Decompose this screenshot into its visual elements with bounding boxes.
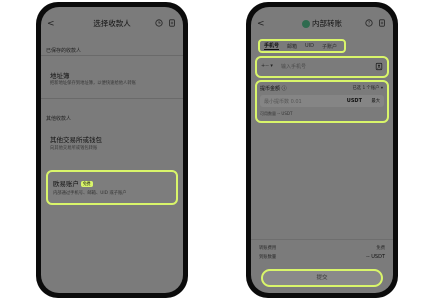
- okx-account-sub: 内部通过手机号、邮箱、UID 或子账户: [53, 191, 127, 196]
- country-code: +--: [261, 63, 269, 69]
- phone-input[interactable]: 输入手机号: [281, 63, 306, 70]
- currency-label: USDT: [346, 98, 362, 104]
- chevron-down-icon: ▾: [380, 86, 383, 91]
- amount-input[interactable]: 最小提币数 0.01: [264, 98, 302, 105]
- left-screen: < 选择收款人 已保存的收款人 地址簿 把新地址保存到地址簿，以便快速给他人转账…: [41, 7, 183, 293]
- tab-phone[interactable]: 手机号: [264, 42, 280, 50]
- history-icon[interactable]: [155, 19, 163, 27]
- help-icon[interactable]: ?: [365, 19, 373, 27]
- okx-account-title-row: 欧易账户 免费: [53, 178, 93, 188]
- account-select[interactable]: 已选 1 个账户 ▾: [353, 85, 384, 91]
- other-exchange-sub: 向其他交易所或钱包转账: [50, 146, 98, 151]
- free-badge: 免费: [81, 181, 93, 187]
- address-book-title: 地址簿: [50, 72, 70, 80]
- chevron-down-icon: ▾: [270, 63, 273, 69]
- tab-subaccount[interactable]: 子账户: [322, 43, 337, 50]
- available-balance: 可用数量 -- USDT: [260, 111, 293, 116]
- other-exchange-title: 其他交易所或钱包: [50, 136, 102, 144]
- left-header: < 选择收款人: [41, 17, 183, 31]
- okx-account-title: 欧易账户: [53, 180, 79, 188]
- document-icon[interactable]: [378, 19, 386, 27]
- usdt-coin-icon: [302, 20, 310, 28]
- amount-label-row: 提币金额 ⓘ: [260, 85, 287, 92]
- section-other-label: 其他收款人: [46, 116, 72, 122]
- page-title-text: 内部转账: [312, 19, 342, 28]
- address-book-sub: 把新地址保存到地址簿，以便快速给他人转账: [50, 81, 136, 86]
- okx-account-item[interactable]: 欧易账户 免费 内部通过手机号、邮箱、UID 或子账户: [46, 170, 178, 205]
- left-phone: < 选择收款人 已保存的收款人 地址簿 把新地址保存到地址簿，以便快速给他人转账…: [36, 2, 188, 298]
- recipient-type-tabs: 手机号 邮箱 UID 子账户: [258, 39, 346, 53]
- fee-row: 转账费用 免费: [259, 245, 385, 251]
- info-icon[interactable]: ⓘ: [282, 86, 287, 92]
- max-button[interactable]: 最大: [371, 98, 380, 104]
- divider: [41, 55, 183, 56]
- fee-value: 免费: [376, 246, 385, 251]
- right-screen: < 内部转账 ? 手机号 邮箱 UID 子账户 +-- ▾ 输入手机号 提币金额…: [251, 7, 393, 293]
- tab-uid[interactable]: UID: [305, 43, 314, 49]
- tab-email[interactable]: 邮箱: [287, 43, 297, 50]
- right-header: < 内部转账 ?: [251, 17, 393, 31]
- receive-value: -- USDT: [366, 254, 385, 260]
- country-code-select[interactable]: +-- ▾: [261, 63, 273, 69]
- phone-input-group: +-- ▾ 输入手机号: [255, 56, 389, 78]
- document-icon[interactable]: [168, 19, 176, 27]
- submit-button[interactable]: 提交: [261, 269, 383, 287]
- amount-label: 提币金额: [260, 86, 281, 92]
- section-saved-label: 已保存的收款人: [46, 48, 82, 54]
- account-select-text: 已选 1 个账户: [352, 86, 380, 91]
- amount-group: 提币金额 ⓘ 已选 1 个账户 ▾ 最小提币数 0.01 USDT 最大 可用数…: [255, 80, 389, 123]
- contacts-icon[interactable]: [375, 62, 383, 71]
- divider: [251, 239, 393, 240]
- right-phone: < 内部转账 ? 手机号 邮箱 UID 子账户 +-- ▾ 输入手机号 提币金额…: [246, 2, 398, 298]
- receive-row: 到账数量 -- USDT: [259, 254, 385, 260]
- divider: [41, 98, 183, 99]
- svg-text:?: ?: [368, 21, 370, 26]
- receive-label: 到账数量: [259, 255, 277, 260]
- fee-label: 转账费用: [259, 246, 277, 251]
- amount-input-box: 最小提币数 0.01 USDT 最大: [260, 95, 384, 107]
